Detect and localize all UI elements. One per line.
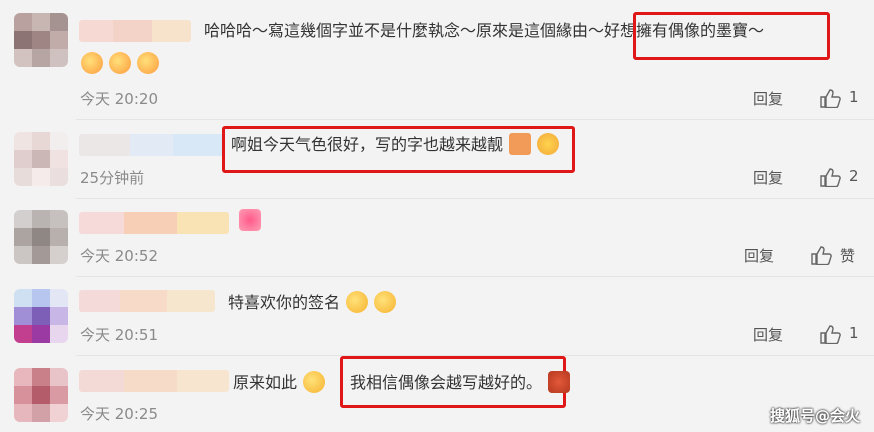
divider [76, 198, 874, 199]
like-count: 1 [849, 88, 859, 106]
reply-button[interactable]: 回复 [753, 167, 783, 188]
emoji-icon [109, 52, 132, 74]
highlight-box [633, 12, 830, 60]
comment-text: 啊姐今天气色很好，写的字也越来越靓 [231, 133, 560, 156]
comment-time: 今天 20:25 [80, 405, 158, 423]
username-blurred[interactable] [79, 212, 229, 234]
comment-text: 特喜欢你的签名 [228, 291, 397, 314]
username-blurred[interactable] [79, 370, 229, 392]
emoji-icon [239, 209, 261, 231]
username-blurred[interactable] [79, 20, 191, 42]
avatar[interactable] [14, 210, 68, 264]
emoji-icon [374, 291, 397, 313]
emoji-row [80, 52, 160, 75]
divider [76, 119, 874, 120]
comment-time: 今天 20:51 [80, 326, 158, 344]
username-blurred[interactable] [79, 290, 215, 312]
emoji-icon [548, 371, 571, 393]
avatar[interactable] [14, 132, 68, 186]
reply-button[interactable]: 回复 [753, 88, 783, 109]
divider [76, 276, 874, 277]
like-count: 2 [849, 167, 859, 185]
comment-text: 原来如此 [233, 371, 326, 394]
thumbs-up-icon[interactable] [819, 88, 841, 108]
avatar[interactable] [14, 368, 68, 422]
like-count[interactable]: 赞 [840, 245, 855, 266]
avatar[interactable] [14, 13, 68, 67]
thumbs-up-icon[interactable] [810, 245, 832, 265]
watermark: 搜狐号@会火 [769, 407, 860, 425]
emoji-icon [509, 133, 532, 155]
comment-time: 25分钟前 [80, 169, 145, 187]
emoji-icon [137, 52, 160, 74]
reply-button[interactable]: 回复 [753, 324, 783, 345]
thumbs-up-icon[interactable] [819, 324, 841, 344]
emoji-icon [346, 291, 369, 313]
comment-time: 今天 20:20 [80, 90, 158, 108]
emoji-icon [303, 371, 326, 393]
avatar[interactable] [14, 289, 68, 343]
username-blurred[interactable] [79, 134, 224, 156]
like-count: 1 [849, 324, 859, 342]
comment-text [238, 209, 261, 232]
emoji-icon [537, 133, 560, 155]
reply-button[interactable]: 回复 [744, 245, 774, 266]
comment-time: 今天 20:52 [80, 247, 158, 265]
comment-text-highlight: 我相信偶像会越写越好的。 [350, 371, 571, 394]
emoji-icon [81, 52, 103, 74]
thumbs-up-icon[interactable] [819, 167, 841, 187]
